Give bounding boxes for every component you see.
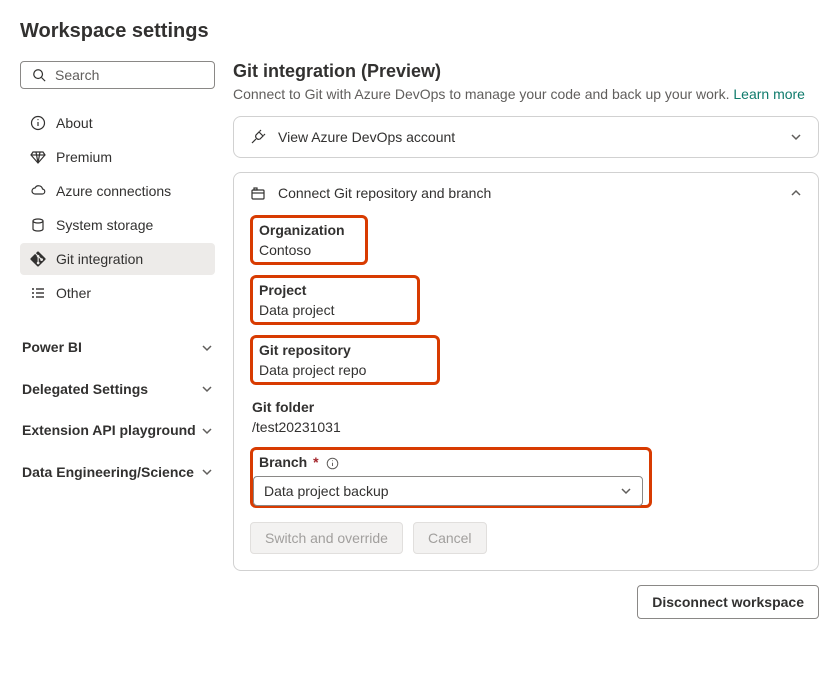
project-label: Project: [259, 282, 411, 298]
cloud-icon: [30, 183, 46, 199]
field-repo: Git repository Data project repo: [250, 335, 802, 385]
search-icon: [31, 67, 47, 83]
chevron-down-icon: [201, 342, 213, 354]
section-title: Git integration (Preview): [233, 61, 819, 82]
branch-label: Branch: [259, 454, 307, 470]
nav-label: System storage: [56, 217, 153, 233]
branch-value: Data project backup: [264, 483, 389, 499]
group-label: Extension API playground: [22, 422, 196, 440]
card-header-connect[interactable]: Connect Git repository and branch: [234, 173, 818, 213]
group-delegated-settings[interactable]: Delegated Settings: [20, 373, 215, 407]
org-label: Organization: [259, 222, 359, 238]
nav-label: Premium: [56, 149, 112, 165]
org-value: Contoso: [259, 242, 359, 258]
repo-icon: [250, 185, 266, 201]
switch-override-button[interactable]: Switch and override: [250, 522, 403, 554]
info-icon[interactable]: [326, 457, 339, 470]
card-azure-account: View Azure DevOps account: [233, 116, 819, 158]
search-input[interactable]: [55, 67, 236, 83]
nav-item-azure-connections[interactable]: Azure connections: [20, 175, 215, 207]
branch-select[interactable]: Data project backup: [253, 476, 643, 506]
learn-more-link[interactable]: Learn more: [733, 86, 805, 102]
nav-item-other[interactable]: Other: [20, 277, 215, 309]
card-title: View Azure DevOps account: [278, 129, 455, 145]
field-branch: Branch * Data project backup: [250, 447, 802, 508]
card-connect-repo: Connect Git repository and branch Organi…: [233, 172, 819, 571]
project-value: Data project: [259, 302, 411, 318]
nav-label: About: [56, 115, 93, 131]
nav-item-premium[interactable]: Premium: [20, 141, 215, 173]
section-desc: Connect to Git with Azure DevOps to mana…: [233, 86, 819, 102]
nav-item-system-storage[interactable]: System storage: [20, 209, 215, 241]
storage-icon: [30, 217, 46, 233]
nav-item-git-integration[interactable]: Git integration: [20, 243, 215, 275]
group-extension-api[interactable]: Extension API playground: [20, 414, 215, 448]
page-title: Workspace settings: [20, 20, 819, 43]
plug-icon: [250, 129, 266, 145]
group-label: Data Engineering/Science: [22, 464, 194, 482]
field-project: Project Data project: [250, 275, 802, 325]
chevron-down-icon: [201, 425, 213, 437]
search-box[interactable]: [20, 61, 215, 89]
disconnect-workspace-button[interactable]: Disconnect workspace: [637, 585, 819, 619]
folder-label: Git folder: [252, 399, 800, 415]
nav-item-about[interactable]: About: [20, 107, 215, 139]
group-data-engineering[interactable]: Data Engineering/Science: [20, 456, 215, 490]
card-header-account[interactable]: View Azure DevOps account: [234, 117, 818, 157]
main-content: Git integration (Preview) Connect to Git…: [233, 61, 819, 619]
section-desc-text: Connect to Git with Azure DevOps to mana…: [233, 86, 733, 102]
repo-value: Data project repo: [259, 362, 431, 378]
footer-actions: Disconnect workspace: [233, 585, 819, 619]
required-asterisk: *: [313, 454, 318, 470]
button-row: Switch and override Cancel: [250, 522, 802, 554]
git-icon: [30, 251, 46, 267]
chevron-down-icon: [620, 485, 632, 497]
chevron-up-icon: [790, 187, 802, 199]
info-icon: [30, 115, 46, 131]
field-folder: Git folder /test20231031: [250, 393, 802, 441]
nav-list: About Premium Azure connections System s…: [20, 107, 215, 309]
nav-label: Git integration: [56, 251, 143, 267]
repo-label: Git repository: [259, 342, 431, 358]
sidebar: About Premium Azure connections System s…: [20, 61, 215, 619]
nav-label: Azure connections: [56, 183, 171, 199]
diamond-icon: [30, 149, 46, 165]
group-label: Power BI: [22, 339, 82, 357]
card-title: Connect Git repository and branch: [278, 185, 491, 201]
folder-value: /test20231031: [252, 419, 800, 435]
card-body-connect: Organization Contoso Project Data projec…: [234, 213, 818, 570]
chevron-down-icon: [201, 466, 213, 478]
chevron-down-icon: [201, 383, 213, 395]
chevron-down-icon: [790, 131, 802, 143]
group-power-bi[interactable]: Power BI: [20, 331, 215, 365]
group-label: Delegated Settings: [22, 381, 148, 399]
cancel-button[interactable]: Cancel: [413, 522, 487, 554]
field-organization: Organization Contoso: [250, 215, 802, 265]
nav-label: Other: [56, 285, 91, 301]
list-icon: [30, 285, 46, 301]
